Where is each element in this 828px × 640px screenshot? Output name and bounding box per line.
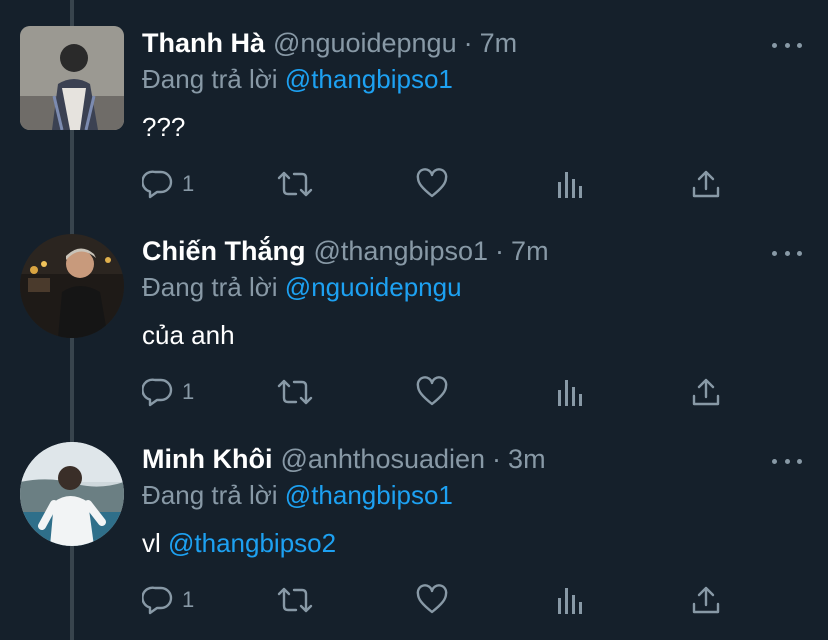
like-icon: [416, 376, 448, 406]
avatar[interactable]: [20, 442, 124, 546]
like-icon: [416, 168, 448, 198]
like-button[interactable]: [416, 580, 448, 620]
reply-to-mention[interactable]: @thangbipso1: [285, 64, 453, 94]
reply-count: 1: [182, 587, 195, 612]
reply-prefix: Đang trả lời: [142, 272, 278, 302]
more-icon[interactable]: [772, 38, 802, 52]
retweet-button[interactable]: [276, 372, 314, 412]
analytics-icon: [558, 172, 582, 198]
timestamp[interactable]: 7m: [480, 28, 518, 59]
analytics-icon: [558, 380, 582, 406]
tweet-text: vl @thangbipso2: [142, 528, 336, 559]
retweet-icon: [277, 379, 313, 405]
display-name[interactable]: Chiến Thắng: [142, 236, 306, 267]
action-bar: 1: [0, 580, 828, 620]
share-button[interactable]: [690, 164, 722, 204]
reply-button[interactable]: 1: [142, 164, 194, 204]
reply-icon: [142, 170, 173, 199]
reply-context: Đang trả lời @thangbipso1: [142, 480, 453, 511]
tweet-text: ???: [142, 112, 185, 143]
analytics-button[interactable]: [554, 164, 586, 204]
user-handle[interactable]: @thangbipso1: [314, 236, 489, 267]
reply-prefix: Đang trả lời: [142, 480, 278, 510]
analytics-icon: [558, 588, 582, 614]
retweet-button[interactable]: [276, 580, 314, 620]
timestamp[interactable]: 7m: [511, 236, 549, 267]
reply-prefix: Đang trả lời: [142, 64, 278, 94]
user-handle[interactable]: @nguoidepngu: [273, 28, 457, 59]
analytics-button[interactable]: [554, 580, 586, 620]
separator-dot: ·: [463, 28, 473, 58]
share-button[interactable]: [690, 372, 722, 412]
action-bar: 1: [0, 164, 828, 204]
tweet-2[interactable]: Chiến Thắng @thangbipso1 · 7m Đang trả l…: [0, 208, 828, 416]
action-bar: 1: [0, 372, 828, 412]
text-mention[interactable]: @thangbipso2: [168, 528, 336, 558]
analytics-button[interactable]: [554, 372, 586, 412]
tweet-text: của anh: [142, 320, 235, 351]
share-icon: [692, 170, 720, 198]
reply-button[interactable]: 1: [142, 372, 194, 412]
tweet-text-content: của anh: [142, 320, 235, 350]
share-icon: [692, 586, 720, 614]
tweet-3[interactable]: Minh Khôi @anhthosuadien · 3m Đang trả l…: [0, 416, 828, 624]
tweet-text-content: vl: [142, 528, 161, 558]
more-icon[interactable]: [772, 454, 802, 468]
reply-to-mention[interactable]: @nguoidepngu: [285, 272, 462, 302]
more-icon[interactable]: [772, 246, 802, 260]
avatar[interactable]: [20, 234, 124, 338]
share-icon: [692, 378, 720, 406]
share-button[interactable]: [690, 580, 722, 620]
reply-context: Đang trả lời @thangbipso1: [142, 64, 453, 95]
reply-count: 1: [182, 171, 195, 196]
retweet-button[interactable]: [276, 164, 314, 204]
reply-context: Đang trả lời @nguoidepngu: [142, 272, 462, 303]
timestamp[interactable]: 3m: [508, 444, 546, 475]
separator-dot: ·: [495, 236, 505, 266]
separator-dot: ·: [492, 444, 502, 474]
retweet-icon: [277, 171, 313, 197]
reply-icon: [142, 586, 173, 615]
reply-icon: [142, 378, 173, 407]
tweet-1[interactable]: Thanh Hà @nguoidepngu · 7m Đang trả lời …: [0, 0, 828, 208]
user-handle[interactable]: @anhthosuadien: [280, 444, 485, 475]
like-icon: [416, 584, 448, 614]
avatar[interactable]: [20, 26, 124, 130]
tweet-text-content: ???: [142, 112, 186, 142]
like-button[interactable]: [416, 372, 448, 412]
retweet-icon: [277, 587, 313, 613]
like-button[interactable]: [416, 164, 448, 204]
reply-button[interactable]: 1: [142, 580, 194, 620]
display-name[interactable]: Thanh Hà: [142, 28, 265, 59]
reply-count: 1: [182, 379, 195, 404]
display-name[interactable]: Minh Khôi: [142, 444, 272, 475]
reply-to-mention[interactable]: @thangbipso1: [285, 480, 453, 510]
